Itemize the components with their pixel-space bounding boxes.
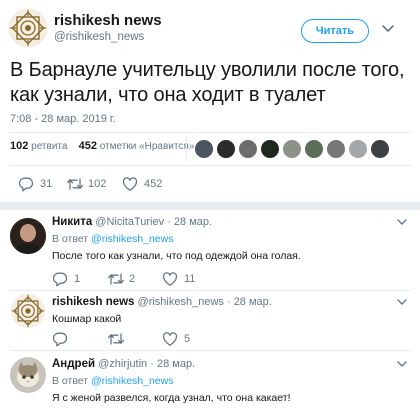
likes-count[interactable]: 452 <box>79 140 97 152</box>
reply-author-handle[interactable]: @zhirjutin <box>98 358 147 370</box>
reply-count: 31 <box>40 178 53 190</box>
author-name[interactable]: rishikesh news <box>54 12 162 29</box>
like-icon <box>122 176 138 192</box>
section-gap <box>0 202 420 210</box>
like-action[interactable]: 11 <box>162 271 202 287</box>
retweet-icon <box>107 331 125 347</box>
reply-author-handle[interactable]: @NicitaTuriev <box>95 216 164 228</box>
like-action[interactable]: 452 <box>122 176 168 192</box>
retweet-count: 2 <box>129 273 136 285</box>
stats-separator <box>186 136 187 162</box>
liker-avatar[interactable] <box>304 139 324 159</box>
like-count: 11 <box>184 273 196 285</box>
liker-avatar[interactable] <box>216 139 236 159</box>
reply-text: После того как узнали, что под одеждой о… <box>52 250 301 262</box>
avatar[interactable] <box>10 218 46 254</box>
divider <box>10 165 412 166</box>
reply-text: Кошмар какой <box>52 313 122 325</box>
divider <box>10 350 412 351</box>
reply-author-name[interactable]: Никита <box>52 216 92 228</box>
retweet-action[interactable]: 102 <box>66 176 112 192</box>
tweet-header: rishikesh news @rishikesh_news Читать <box>0 0 420 52</box>
like-icon <box>162 271 178 287</box>
reply-text: Я с женой развелся, когда узнал, что она… <box>52 392 291 404</box>
divider <box>10 290 412 291</box>
divider <box>10 132 412 133</box>
chevron-down-icon[interactable] <box>397 361 407 368</box>
reply-action[interactable] <box>52 331 82 347</box>
avatar[interactable] <box>10 293 46 329</box>
reply-header: Никита @NicitaTuriev · 28 мар. <box>52 216 212 228</box>
chevron-down-icon[interactable] <box>381 24 395 34</box>
retweet-action[interactable] <box>107 331 147 347</box>
reply-to-handle[interactable]: @rishikesh_news <box>91 233 173 245</box>
reply-action[interactable]: 31 <box>18 176 58 192</box>
liker-avatar[interactable] <box>260 139 280 159</box>
author-avatar[interactable] <box>8 8 48 48</box>
author-handle[interactable]: @rishikesh_news <box>54 31 144 43</box>
reply-to-prefix: В ответ <box>52 375 89 387</box>
reply-date[interactable]: · 28 мар. <box>150 358 195 370</box>
reply-count: 1 <box>74 273 81 285</box>
reply-to-handle[interactable]: @rishikesh_news <box>91 375 173 387</box>
avatar-photo <box>10 357 46 393</box>
retweets-label[interactable]: ретвита <box>31 141 67 152</box>
reply-date[interactable]: · 28 мар. <box>167 216 212 228</box>
reply-author-handle[interactable]: @rishikesh_news <box>138 296 224 308</box>
retweet-icon <box>66 176 84 192</box>
reply-header: Андрей @zhirjutin · 28 мар. <box>52 358 195 370</box>
like-count: 5 <box>184 333 191 345</box>
liker-avatar[interactable] <box>238 139 258 159</box>
liker-avatar[interactable] <box>326 139 346 159</box>
reply-date[interactable]: · 28 мар. <box>227 296 272 308</box>
reply-header: rishikesh news @rishikesh_news · 28 мар. <box>52 296 272 308</box>
reply-author-name[interactable]: Андрей <box>52 358 95 370</box>
reply-icon <box>52 271 68 287</box>
retweet-count: 102 <box>88 178 107 190</box>
retweets-count[interactable]: 102 <box>10 140 28 152</box>
chevron-down-icon[interactable] <box>397 299 407 306</box>
retweet-action[interactable]: 2 <box>107 271 147 287</box>
reply-to: В ответ @rishikesh_news <box>52 233 173 245</box>
follow-button[interactable]: Читать <box>301 19 369 43</box>
liker-avatar[interactable] <box>282 139 302 159</box>
likes-label[interactable]: отметки «Нравится» <box>100 141 195 152</box>
liker-avatar[interactable] <box>194 139 214 159</box>
reply-to: В ответ @rishikesh_news <box>52 375 173 387</box>
liker-avatar[interactable] <box>370 139 390 159</box>
reply-action[interactable]: 1 <box>52 271 82 287</box>
chevron-down-icon[interactable] <box>397 219 407 226</box>
reply-author-name[interactable]: rishikesh news <box>52 296 134 308</box>
liker-avatar[interactable] <box>348 139 368 159</box>
like-count: 452 <box>144 178 163 190</box>
tweet-text: В Барнауле учительцу уволили после того,… <box>10 59 405 106</box>
tweet-timestamp[interactable]: 7:08 - 28 мар. 2019 г. <box>10 113 116 125</box>
reply-to-prefix: В ответ <box>52 233 89 245</box>
retweet-icon <box>107 271 125 287</box>
reply-icon <box>52 331 68 347</box>
like-action[interactable]: 5 <box>162 331 202 347</box>
avatar[interactable] <box>10 357 46 393</box>
reply-icon <box>18 176 34 192</box>
avatar-photo <box>10 218 46 254</box>
like-icon <box>162 331 178 347</box>
tweet-stats: 102 ретвита 452 отметки «Нравится» <box>10 140 194 158</box>
